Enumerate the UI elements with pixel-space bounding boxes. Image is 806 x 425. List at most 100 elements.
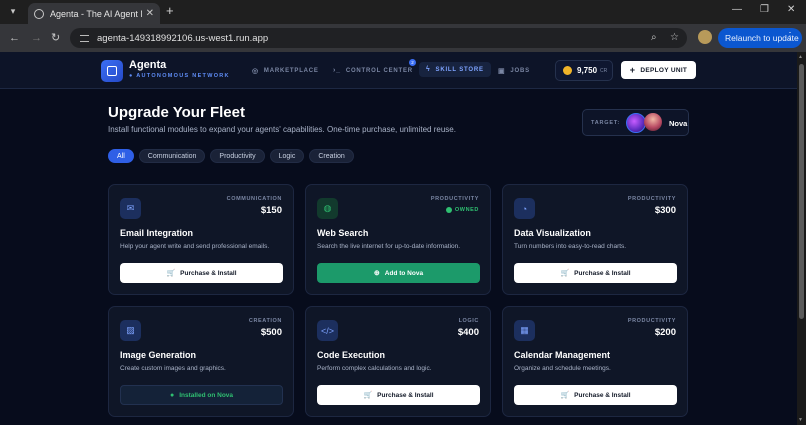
- skill-description: Turn numbers into easy-to-read charts.: [514, 243, 627, 250]
- reload-icon[interactable]: ↻: [51, 31, 60, 45]
- category-filters: All Communication Productivity Logic Cre…: [108, 149, 354, 163]
- cart-icon: 🛒: [560, 270, 570, 277]
- deploy-unit-button[interactable]: + DEPLOY UNIT: [621, 61, 696, 79]
- purchase-install-button[interactable]: 🛒 Purchase & Install: [514, 385, 677, 405]
- check-circle-icon: ●: [169, 391, 175, 399]
- skill-title: Image Generation: [120, 350, 197, 360]
- skill-card-data-visualization: ◔ PRODUCTIVITY $300 Data Visualization T…: [502, 184, 688, 295]
- cart-icon: 🛒: [363, 392, 373, 399]
- page-title: Upgrade Your Fleet: [108, 104, 245, 121]
- relaunch-button[interactable]: Relaunch to update ⋮: [718, 28, 802, 48]
- cart-icon: 🛒: [166, 270, 176, 277]
- skill-title: Code Execution: [317, 350, 386, 360]
- filter-logic[interactable]: Logic: [269, 149, 305, 163]
- scrollbar-thumb[interactable]: [799, 64, 804, 319]
- skill-title: Email Integration: [120, 228, 194, 238]
- minimize-icon[interactable]: —: [732, 4, 742, 15]
- credits-value: 9,750: [577, 66, 598, 75]
- bookmark-star-icon[interactable]: ☆: [670, 32, 679, 43]
- nav-jobs[interactable]: ▣ JOBS: [498, 67, 530, 75]
- skill-category: PRODUCTIVITY: [430, 196, 479, 202]
- top-navigation: Agenta ● AUTONOMOUS NETWORK ◎ MARKETPLACE…: [0, 52, 806, 89]
- skill-category: PRODUCTIVITY: [627, 196, 676, 202]
- profile-avatar[interactable]: [698, 30, 712, 44]
- skill-price: $200: [654, 327, 676, 338]
- nav-skill-store[interactable]: ϟ SKILL STORE: [419, 62, 491, 77]
- brand-tagline: ● AUTONOMOUS NETWORK: [129, 73, 230, 79]
- check-circle-icon: [445, 207, 452, 213]
- restore-icon[interactable]: ❐: [760, 4, 769, 15]
- address-bar[interactable]: agenta-149318992106.us-west1.run.app: [70, 28, 687, 48]
- add-to-agent-button[interactable]: ⊕ Add to Nova: [317, 263, 480, 283]
- terminal-icon: ›_: [333, 67, 341, 74]
- tab-title: Agenta - The AI Agent Marketp: [50, 8, 142, 19]
- filter-communication[interactable]: Communication: [138, 149, 206, 163]
- scroll-up-icon[interactable]: ▲: [798, 54, 803, 60]
- skill-price: $300: [654, 205, 676, 216]
- bolt-icon: ϟ: [426, 66, 431, 73]
- skill-card-calendar-management: ▦ PRODUCTIVITY $200 Calendar Management …: [502, 306, 688, 417]
- skill-description: Organize and schedule meetings.: [514, 365, 611, 372]
- skill-price: $500: [260, 327, 282, 338]
- skill-card-web-search: ◍ PRODUCTIVITY OWNED Web Search Search t…: [305, 184, 491, 295]
- pie-chart-icon: ◔: [514, 198, 535, 219]
- page-subtitle: Install functional modules to expand you…: [108, 125, 456, 134]
- tab-favicon-icon: [34, 8, 44, 19]
- purchase-install-button[interactable]: 🛒 Purchase & Install: [120, 263, 283, 283]
- skill-description: Help your agent write and send professio…: [120, 243, 270, 250]
- installed-status: ● Installed on Nova: [120, 385, 283, 405]
- skill-card-email-integration: ✉ COMMUNICATION $150 Email Integration H…: [108, 184, 294, 295]
- filter-all[interactable]: All: [108, 149, 134, 163]
- target-agent-selector[interactable]: TARGET: Nova: [582, 109, 689, 136]
- agent-avatar-orb[interactable]: [626, 113, 646, 133]
- skill-card-image-generation: ▨ CREATION $500 Image Generation Create …: [108, 306, 294, 417]
- filter-productivity[interactable]: Productivity: [210, 149, 265, 163]
- skill-category: COMMUNICATION: [226, 196, 282, 202]
- control-center-badge: 2: [409, 59, 416, 66]
- owned-badge: OWNED: [445, 207, 479, 213]
- calendar-icon: ▦: [514, 320, 535, 341]
- agenta-logo-icon[interactable]: [101, 60, 123, 82]
- brand-name: Agenta: [129, 59, 167, 71]
- code-icon: </>: [317, 320, 338, 341]
- scroll-down-icon[interactable]: ▼: [798, 417, 803, 423]
- browser-tab[interactable]: Agenta - The AI Agent Marketp ✕: [28, 3, 160, 24]
- nav-control-center[interactable]: ›_ CONTROL CENTER: [333, 67, 413, 74]
- nav-marketplace[interactable]: ◎ MARKETPLACE: [252, 67, 319, 75]
- skill-price: $400: [457, 327, 479, 338]
- skill-category: PRODUCTIVITY: [627, 318, 676, 324]
- tab-search-icon[interactable]: ▾: [6, 4, 20, 18]
- site-info-icon[interactable]: [80, 34, 89, 42]
- plus-icon: +: [629, 65, 636, 75]
- coin-icon: [563, 66, 572, 75]
- close-tab-icon[interactable]: ✕: [146, 8, 154, 19]
- filter-creation[interactable]: Creation: [309, 149, 354, 163]
- forward-icon[interactable]: →: [31, 31, 42, 45]
- browser-tab-strip: ▾ Agenta - The AI Agent Marketp ✕ + — ❐ …: [0, 0, 806, 24]
- credits-unit: CR: [600, 67, 608, 74]
- back-icon[interactable]: ←: [9, 31, 20, 45]
- credits-balance: 9,750 CR: [555, 60, 613, 81]
- agent-avatar-nova[interactable]: [644, 113, 662, 131]
- target-agent-name: Nova: [669, 119, 688, 128]
- close-window-icon[interactable]: ✕: [787, 4, 795, 15]
- page-scrollbar[interactable]: ▲ ▼: [797, 52, 806, 425]
- purchase-install-button[interactable]: 🛒 Purchase & Install: [317, 385, 480, 405]
- target-label: TARGET:: [591, 120, 621, 126]
- more-menu-icon[interactable]: ⋮: [785, 31, 795, 42]
- skill-description: Create custom images and graphics.: [120, 365, 226, 372]
- skill-category: LOGIC: [458, 318, 479, 324]
- skill-description: Perform complex calculations and logic.: [317, 365, 432, 372]
- skill-price: $150: [260, 205, 282, 216]
- purchase-install-button[interactable]: 🛒 Purchase & Install: [514, 263, 677, 283]
- skill-card-code-execution: </> LOGIC $400 Code Execution Perform co…: [305, 306, 491, 417]
- browser-toolbar: ← → ↻ agenta-149318992106.us-west1.run.a…: [0, 24, 806, 52]
- mail-icon: ✉: [120, 198, 141, 219]
- new-tab-icon[interactable]: +: [166, 4, 174, 18]
- image-icon: ▨: [120, 320, 141, 341]
- app-viewport: Agenta ● AUTONOMOUS NETWORK ◎ MARKETPLACE…: [0, 52, 806, 425]
- briefcase-icon: ▣: [498, 68, 506, 75]
- skill-title: Calendar Management: [514, 350, 611, 360]
- zoom-icon[interactable]: ⌕: [651, 32, 657, 43]
- plus-circle-icon: ⊕: [373, 270, 380, 277]
